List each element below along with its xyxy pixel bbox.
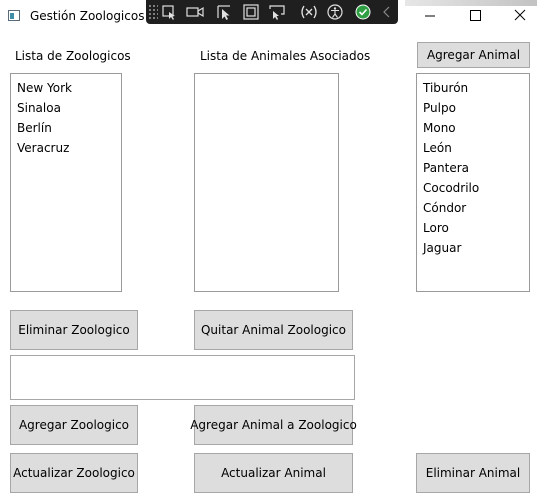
animal-list-item[interactable]: Cóndor bbox=[417, 198, 529, 218]
animal-list-item[interactable]: Jaguar bbox=[417, 238, 529, 258]
window-title: Gestión Zoologicos bbox=[30, 9, 145, 23]
animal-list-item[interactable]: Mono bbox=[417, 118, 529, 138]
associated-animals-listbox[interactable] bbox=[194, 73, 339, 292]
associated-animals-label: Lista de Animales Asociados bbox=[200, 49, 371, 63]
close-button[interactable] bbox=[497, 0, 537, 32]
zoo-list-label: Lista de Zoologicos bbox=[15, 49, 131, 63]
display-layout-adorners-icon[interactable] bbox=[240, 3, 262, 21]
maximize-button[interactable] bbox=[452, 0, 498, 32]
animal-list-item[interactable]: Pulpo bbox=[417, 98, 529, 118]
animal-list-item[interactable]: León bbox=[417, 138, 529, 158]
remove-zoo-animal-button[interactable]: Quitar Animal Zoologico bbox=[194, 310, 353, 350]
zoo-list-item[interactable]: Berlín bbox=[11, 118, 121, 138]
delete-zoo-button[interactable]: Eliminar Zoologico bbox=[10, 310, 138, 350]
zoo-list-item[interactable]: Veracruz bbox=[11, 138, 121, 158]
zoo-list-item[interactable]: Sinaloa bbox=[11, 98, 121, 118]
app-window-icon bbox=[8, 10, 20, 21]
add-zoo-button[interactable]: Agregar Zoologico bbox=[10, 405, 138, 445]
add-animal-to-zoo-button[interactable]: Agregar Animal a Zoologico bbox=[190, 405, 357, 445]
video-record-icon[interactable] bbox=[184, 3, 206, 21]
delete-animal-button[interactable]: Eliminar Animal bbox=[416, 453, 530, 493]
hot-reload-check-icon[interactable] bbox=[352, 3, 374, 21]
update-animal-button[interactable]: Actualizar Animal bbox=[194, 453, 353, 493]
animal-list-item[interactable]: Pantera bbox=[417, 158, 529, 178]
minimize-button[interactable] bbox=[407, 0, 453, 32]
name-input[interactable] bbox=[10, 355, 355, 400]
collapse-chevron-icon[interactable] bbox=[376, 3, 398, 21]
animal-list-item[interactable]: Tiburón bbox=[417, 78, 529, 98]
zoo-list-item[interactable]: New York bbox=[11, 78, 121, 98]
maximize-icon bbox=[470, 10, 481, 21]
add-animal-button[interactable]: Agregar Animal bbox=[417, 42, 530, 68]
close-icon bbox=[514, 9, 526, 21]
zoo-listbox[interactable]: New York Sinaloa Berlín Veracruz bbox=[10, 73, 122, 292]
minimize-icon bbox=[425, 15, 435, 17]
toolbar-grip-icon[interactable] bbox=[148, 4, 158, 20]
title-bar[interactable]: Gestión Zoologicos bbox=[0, 0, 537, 32]
track-focus-icon[interactable] bbox=[266, 3, 288, 21]
animals-listbox[interactable]: Tiburón Pulpo Mono León Pantera Cocodrilo Cónd… bbox=[416, 73, 530, 292]
select-element-icon[interactable] bbox=[158, 3, 180, 21]
binding-failures-icon[interactable] bbox=[298, 3, 320, 21]
update-zoo-button[interactable]: Actualizar Zoologico bbox=[10, 453, 138, 493]
animal-list-item[interactable]: Cocodrilo bbox=[417, 178, 529, 198]
accessibility-icon[interactable] bbox=[324, 3, 346, 21]
xaml-debug-toolbar bbox=[146, 0, 398, 24]
pointer-select-icon[interactable] bbox=[214, 3, 236, 21]
animal-list-item[interactable]: Loro bbox=[417, 218, 529, 238]
